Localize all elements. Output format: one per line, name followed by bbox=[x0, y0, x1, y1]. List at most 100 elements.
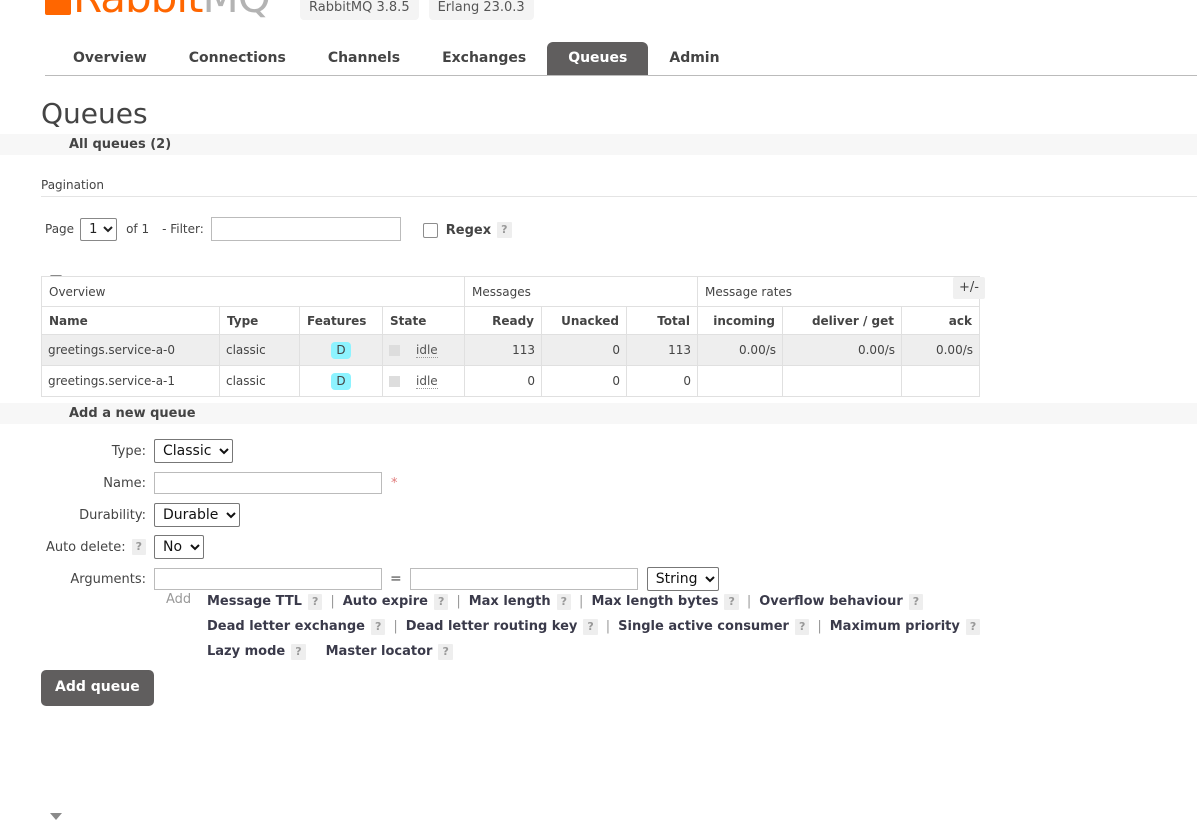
cell-queue-type: classic bbox=[219, 365, 300, 397]
preset-dead-letter-exchange-help-icon[interactable]: ? bbox=[370, 618, 386, 635]
preset-lazy-mode-help-icon[interactable]: ? bbox=[291, 643, 306, 660]
tab-exchanges[interactable]: Exchanges bbox=[421, 42, 547, 75]
regex-help-icon[interactable]: ? bbox=[497, 222, 512, 238]
cell-unacked: 0 bbox=[541, 365, 627, 397]
main-navigation: Overview Connections Channels Exchanges … bbox=[45, 42, 1197, 76]
filter-input[interactable] bbox=[210, 217, 401, 241]
argument-value-input[interactable] bbox=[409, 568, 638, 590]
tab-admin[interactable]: Admin bbox=[648, 42, 740, 75]
preset-master-locator-help-icon[interactable]: ? bbox=[438, 643, 453, 660]
regex-checkbox[interactable] bbox=[422, 222, 438, 238]
preset-maximum-priority[interactable]: Maximum priority bbox=[830, 619, 960, 634]
preset-message-ttl[interactable]: Message TTL bbox=[207, 594, 302, 609]
preset-master-locator[interactable]: Master locator bbox=[326, 644, 433, 659]
table-row[interactable]: greetings.service-a-1 classic D idle 0 0… bbox=[41, 365, 980, 397]
group-header-overview: Overview bbox=[41, 276, 465, 307]
queue-type-select[interactable]: Classic bbox=[154, 439, 233, 463]
queue-name-input[interactable] bbox=[154, 472, 382, 494]
cell-incoming bbox=[697, 365, 783, 397]
type-label: Type: bbox=[111, 443, 146, 459]
filter-label: - Filter: bbox=[162, 222, 204, 236]
arguments-equals-sign: = bbox=[390, 571, 402, 587]
tab-channels[interactable]: Channels bbox=[307, 42, 421, 75]
col-ack[interactable]: ack bbox=[901, 306, 980, 335]
cell-queue-state: idle bbox=[382, 365, 465, 397]
autodelete-select[interactable]: No bbox=[154, 535, 204, 559]
preset-separator: | bbox=[393, 619, 398, 634]
table-row[interactable]: greetings.service-a-0 classic D idle 113… bbox=[41, 334, 980, 366]
argument-key-input[interactable] bbox=[154, 568, 382, 590]
argument-type-select[interactable]: String bbox=[646, 567, 719, 591]
col-total[interactable]: Total bbox=[626, 306, 698, 335]
preset-line-3: Lazy mode ? Master locator ? bbox=[166, 639, 1126, 664]
page-of-label: of 1 bbox=[126, 222, 150, 236]
table-group-header-row: Overview Messages Message rates bbox=[41, 276, 980, 307]
col-unacked[interactable]: Unacked bbox=[541, 306, 627, 335]
preset-separator: | bbox=[579, 594, 584, 609]
preset-dead-letter-exchange[interactable]: Dead letter exchange bbox=[207, 619, 365, 634]
collapse-caret-icon-add-queue[interactable] bbox=[50, 813, 62, 820]
queues-table: Overview Messages Message rates Name Typ… bbox=[41, 276, 980, 397]
durability-select[interactable]: Durable bbox=[154, 503, 240, 527]
cell-deliver-get: 0.00/s bbox=[782, 334, 902, 366]
preset-separator: | bbox=[605, 619, 611, 634]
section-all-queues-title: All queues (2) bbox=[69, 137, 172, 152]
regex-label: Regex bbox=[445, 222, 492, 238]
preset-max-length-bytes-help-icon[interactable]: ? bbox=[724, 593, 739, 610]
preset-max-length-help-icon[interactable]: ? bbox=[556, 593, 572, 610]
cell-queue-type: classic bbox=[219, 334, 300, 366]
pagination-divider bbox=[41, 196, 1197, 197]
add-queue-button[interactable]: Add queue bbox=[41, 670, 154, 706]
cell-ack: 0.00/s bbox=[901, 334, 980, 366]
preset-separator: | bbox=[456, 594, 461, 609]
rabbitmq-logo[interactable]: RabbitMQ TM bbox=[45, 0, 291, 22]
preset-separator: | bbox=[330, 594, 335, 609]
preset-separator: | bbox=[746, 594, 752, 609]
col-type[interactable]: Type bbox=[219, 306, 300, 335]
arguments-label: Arguments: bbox=[70, 571, 146, 587]
required-marker: * bbox=[391, 475, 398, 491]
preset-separator: | bbox=[817, 619, 822, 634]
col-incoming[interactable]: incoming bbox=[697, 306, 783, 335]
tab-overview[interactable]: Overview bbox=[52, 42, 168, 75]
preset-max-length[interactable]: Max length bbox=[469, 594, 551, 609]
preset-dead-letter-routing-key[interactable]: Dead letter routing key bbox=[406, 619, 578, 634]
cell-incoming: 0.00/s bbox=[697, 334, 783, 366]
preset-single-active-consumer[interactable]: Single active consumer bbox=[618, 619, 789, 634]
preset-message-ttl-help-icon[interactable]: ? bbox=[307, 593, 323, 610]
presets-add-label: Add bbox=[166, 592, 192, 607]
preset-auto-expire[interactable]: Auto expire bbox=[343, 594, 428, 609]
page-title: Queues bbox=[41, 97, 148, 130]
durable-feature-badge[interactable]: D bbox=[331, 372, 351, 390]
cell-queue-name[interactable]: greetings.service-a-1 bbox=[41, 365, 220, 397]
section-all-queues-header[interactable]: All queues (2) bbox=[0, 134, 1197, 282]
col-features[interactable]: Features bbox=[299, 306, 383, 335]
durable-feature-badge[interactable]: D bbox=[331, 341, 351, 359]
cell-queue-name[interactable]: greetings.service-a-0 bbox=[41, 334, 220, 366]
page-select[interactable]: 1 bbox=[80, 217, 118, 241]
col-state[interactable]: State bbox=[382, 306, 465, 335]
col-deliver-get[interactable]: deliver / get bbox=[782, 306, 902, 335]
preset-dead-letter-routing-key-help-icon[interactable]: ? bbox=[583, 618, 598, 635]
group-header-message-rates: Message rates bbox=[697, 276, 980, 307]
preset-maximum-priority-help-icon[interactable]: ? bbox=[965, 618, 981, 635]
section-add-queue-header[interactable]: Add a new queue bbox=[0, 403, 1197, 820]
preset-lazy-mode[interactable]: Lazy mode bbox=[207, 644, 285, 659]
state-text: idle bbox=[416, 343, 438, 358]
preset-auto-expire-help-icon[interactable]: ? bbox=[433, 593, 449, 610]
preset-overflow-behaviour-help-icon[interactable]: ? bbox=[908, 593, 924, 610]
tab-queues[interactable]: Queues bbox=[547, 42, 649, 75]
col-name[interactable]: Name bbox=[41, 306, 220, 335]
cell-queue-features: D bbox=[299, 365, 383, 397]
toggle-columns-button[interactable]: +/- bbox=[953, 277, 985, 299]
cell-total: 113 bbox=[626, 334, 698, 366]
logo-text-mq: MQ bbox=[202, 0, 270, 22]
autodelete-label-wrap: Auto delete: ? bbox=[41, 539, 154, 555]
cell-deliver-get bbox=[782, 365, 902, 397]
preset-max-length-bytes[interactable]: Max length bytes bbox=[591, 594, 718, 609]
preset-single-active-consumer-help-icon[interactable]: ? bbox=[794, 618, 810, 635]
tab-connections[interactable]: Connections bbox=[168, 42, 307, 75]
preset-overflow-behaviour[interactable]: Overflow behaviour bbox=[759, 594, 903, 609]
autodelete-help-icon[interactable]: ? bbox=[131, 539, 146, 555]
col-ready[interactable]: Ready bbox=[464, 306, 542, 335]
